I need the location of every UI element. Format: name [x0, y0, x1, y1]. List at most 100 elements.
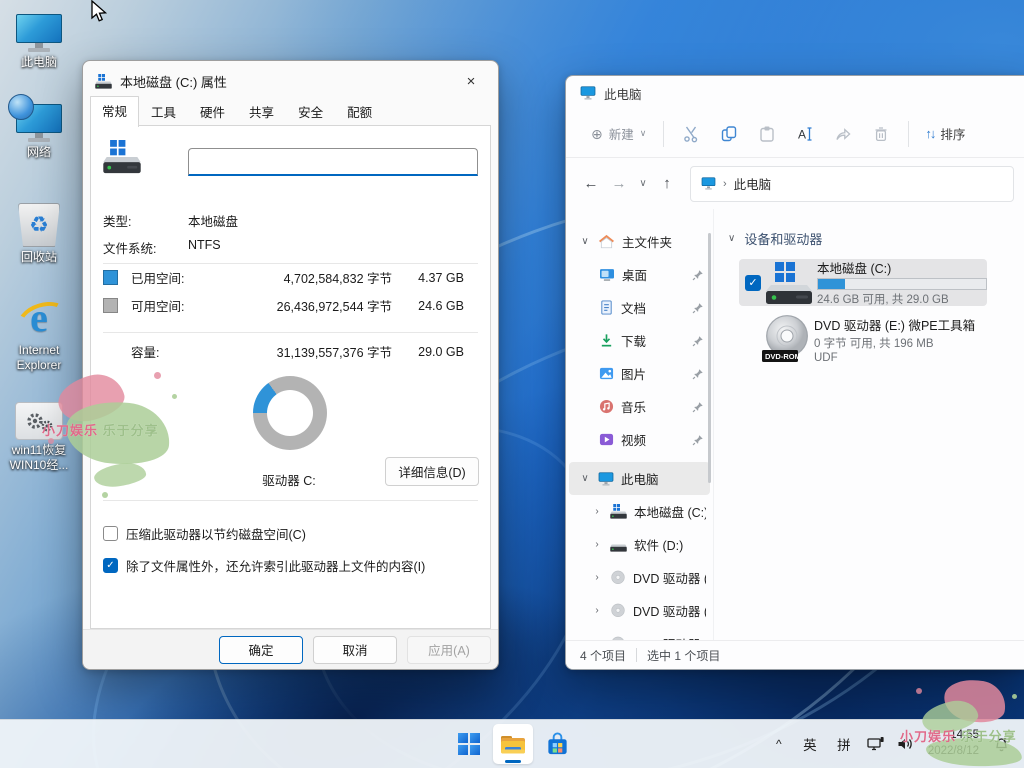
item-checkbox[interactable]: ✓	[745, 275, 761, 291]
dialog-tabs: 常规 工具 硬件 共享 安全 配额	[90, 102, 384, 126]
forward-button[interactable]: →	[606, 171, 632, 197]
desktop-icon-this-pc[interactable]: 此电脑	[1, 14, 77, 70]
desktop-icon-recycle-bin[interactable]: ♻ 回收站	[1, 203, 77, 265]
sidebar-scrollbar[interactable]	[708, 233, 711, 483]
drive-icon	[610, 537, 627, 552]
explorer-command-bar: ⊕ 新建 ∨ A ↑↓	[566, 110, 1024, 158]
drive-usage-bar	[817, 278, 987, 290]
toolbar-divider	[908, 121, 909, 147]
drive-c-icon	[766, 262, 812, 304]
dvd-e-tile[interactable]: DVD-ROM DVD 驱动器 (E:) 微PE工具箱 0 字节 可用, 共 1…	[739, 313, 987, 365]
selected-count: 选中 1 个项目	[647, 647, 720, 664]
ime-language-english[interactable]: 英	[793, 724, 827, 764]
paste-button[interactable]	[748, 118, 786, 150]
details-button[interactable]: 详细信息(D)	[385, 457, 479, 486]
sidebar-item-dvd-e[interactable]: › DVD 驱动器 (E	[569, 561, 710, 594]
bell-dnd-icon: z	[993, 736, 1010, 753]
taskbar-file-explorer[interactable]	[493, 724, 533, 764]
index-checkbox-row[interactable]: ✓ 除了文件属性外，还允许索引此驱动器上文件的内容(I)	[103, 556, 425, 575]
sidebar-item-documents[interactable]: 文档	[569, 291, 710, 324]
compress-checkbox[interactable]: ✓	[103, 526, 118, 541]
drive-caption: 驱动器 C:	[219, 470, 359, 489]
desktop-icon-win11-restore-tool[interactable]: win11恢复WIN10经...	[1, 402, 77, 473]
status-divider	[636, 648, 637, 662]
network-icon	[16, 104, 62, 142]
desktop-icon-internet-explorer[interactable]: e Internet Explorer	[1, 294, 77, 373]
ime-language-pinyin[interactable]: 拼	[827, 724, 861, 764]
share-button[interactable]	[824, 118, 862, 150]
windows-logo-icon	[458, 733, 480, 755]
cancel-button[interactable]: 取消	[313, 636, 397, 664]
sidebar-item-music[interactable]: 音乐	[569, 390, 710, 423]
desktop-icon-network[interactable]: 网络	[1, 104, 77, 160]
delete-button[interactable]	[862, 118, 900, 150]
sidebar-item-pictures[interactable]: 图片	[569, 357, 710, 390]
download-icon	[599, 333, 614, 348]
new-button[interactable]: ⊕ 新建 ∨	[582, 118, 655, 149]
sidebar-item-dvd-2[interactable]: › DVD 驱动器 (F:)	[569, 627, 710, 641]
section-devices-and-drives[interactable]: ∨ 设备和驱动器	[728, 229, 822, 248]
index-checkbox[interactable]: ✓	[103, 558, 118, 573]
sidebar-item-videos[interactable]: 视频	[569, 423, 710, 456]
share-icon	[834, 125, 852, 143]
tab-quota[interactable]: 配额	[335, 97, 384, 126]
taskbar-microsoft-store[interactable]	[537, 724, 577, 764]
close-icon: ×	[467, 73, 476, 90]
sidebar-item-downloads[interactable]: 下载	[569, 324, 710, 357]
this-pc-icon	[580, 86, 596, 100]
cut-button[interactable]	[672, 118, 710, 150]
back-icon: ←	[584, 175, 599, 192]
taskbar: ^ 英 拼 14:55 2022/8/12 z	[0, 719, 1024, 768]
recycle-bin-icon: ♻	[18, 203, 60, 247]
desktop-icon-label: 此电脑	[21, 55, 57, 70]
explorer-titlebar[interactable]: 此电脑	[566, 76, 1024, 110]
up-button[interactable]: ↑	[654, 171, 680, 197]
sidebar-item-dvd-f[interactable]: › DVD 驱动器 (F	[569, 594, 710, 627]
tab-security[interactable]: 安全	[286, 97, 335, 126]
sidebar-item-this-pc[interactable]: ∨ 此电脑	[569, 462, 710, 495]
volume-tray-button[interactable]	[891, 724, 921, 764]
this-pc-icon	[598, 472, 614, 486]
network-icon	[867, 736, 884, 752]
tray-expand-button[interactable]: ^	[765, 724, 793, 764]
sidebar-item-home[interactable]: ∨ 主文件夹	[569, 225, 710, 258]
start-button[interactable]	[449, 724, 489, 764]
pin-icon	[692, 401, 704, 413]
volume-label-input[interactable]	[188, 148, 478, 176]
dvd-icon	[610, 603, 626, 619]
type-row: 类型:本地磁盘	[103, 211, 466, 230]
chevron-down-icon: ∨	[728, 233, 735, 244]
ok-button[interactable]: 确定	[219, 636, 303, 664]
history-dropdown-button[interactable]: ∨	[634, 171, 652, 197]
folder-icon	[500, 732, 526, 756]
general-tab-page: 类型:本地磁盘 文件系统:NTFS 已用空间: 4,702,584,832 字节…	[90, 125, 491, 629]
sidebar-item-local-disk-c[interactable]: › 本地磁盘 (C:)	[569, 495, 710, 528]
rename-button[interactable]: A	[786, 118, 824, 150]
tab-sharing[interactable]: 共享	[237, 97, 286, 126]
network-tray-button[interactable]	[861, 724, 891, 764]
tab-general[interactable]: 常规	[90, 96, 139, 127]
drive-c-tile[interactable]: ✓ 本地磁盘 (C:) 24.6 GB 可用, 共 29.0 GB	[739, 259, 987, 306]
pictures-icon	[599, 366, 614, 381]
pin-icon	[692, 302, 704, 314]
sidebar-item-disk-d[interactable]: › 软件 (D:)	[569, 528, 710, 561]
breadcrumb-item[interactable]: 此电脑	[734, 174, 772, 193]
breadcrumb[interactable]: › 此电脑	[690, 166, 1014, 202]
back-button[interactable]: ←	[578, 171, 604, 197]
taskbar-clock[interactable]: 14:55 2022/8/12	[921, 728, 986, 759]
close-button[interactable]: ×	[456, 68, 486, 94]
tab-hardware[interactable]: 硬件	[188, 97, 237, 126]
compress-checkbox-row[interactable]: ✓ 压缩此驱动器以节约磁盘空间(C)	[103, 524, 306, 543]
toolbar-divider	[663, 121, 664, 147]
dialog-titlebar[interactable]: 本地磁盘 (C:) 属性 ×	[83, 61, 498, 101]
sidebar-item-desktop[interactable]: 桌面	[569, 258, 710, 291]
tab-tools[interactable]: 工具	[139, 97, 188, 126]
notification-center-button[interactable]: z	[986, 724, 1016, 764]
system-tray: ^ 英 拼 14:55 2022/8/12 z	[765, 720, 1016, 768]
copy-button[interactable]	[710, 118, 748, 150]
mouse-cursor	[87, 0, 109, 27]
document-icon	[599, 300, 614, 315]
chevron-down-icon: ∨	[639, 178, 646, 189]
drive-c-icon	[610, 504, 627, 519]
sort-button[interactable]: ↑↓ 排序	[917, 118, 973, 149]
